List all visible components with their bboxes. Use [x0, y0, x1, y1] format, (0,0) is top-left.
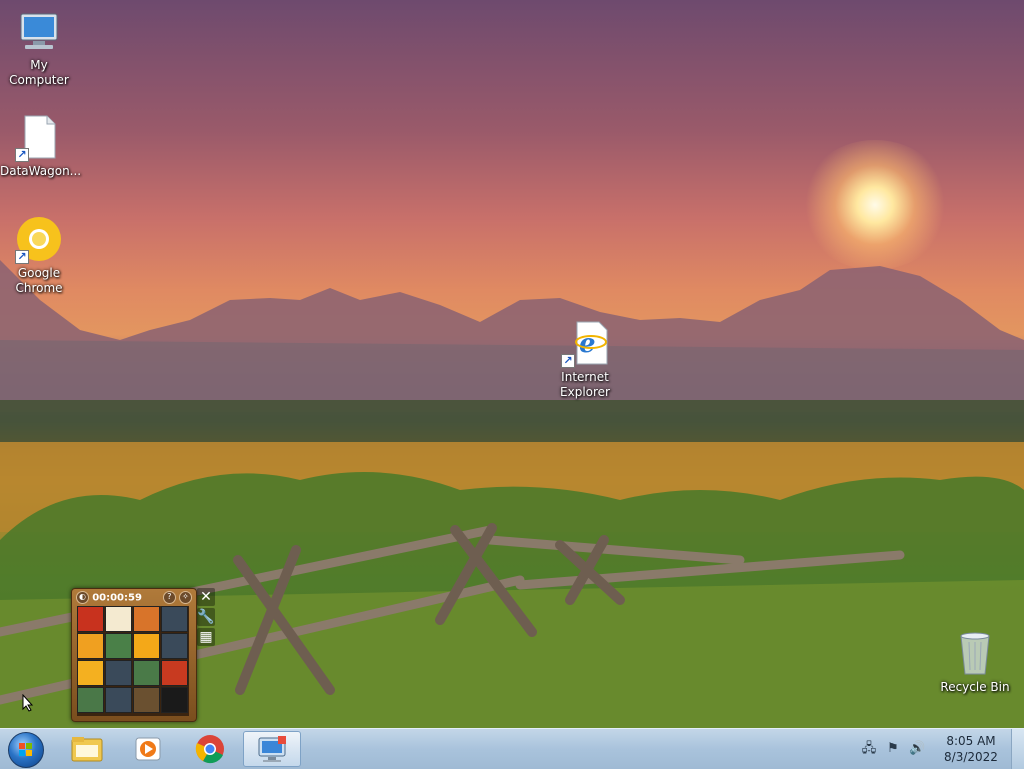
show-desktop-button[interactable] [1011, 729, 1024, 769]
picture-puzzle-gadget[interactable]: ◐ 00:00:59 ? ✧ [71, 588, 197, 722]
taskbar: 🖧 ⚑ 🔊 8:05 AM 8/3/2022 [0, 728, 1024, 769]
puzzle-tile[interactable] [161, 633, 188, 659]
clock-date: 8/3/2022 [944, 750, 998, 764]
desktop-icon-label: Google Chrome [15, 266, 63, 295]
puzzle-grid [77, 606, 189, 716]
puzzle-header: ◐ 00:00:59 ? ✧ [76, 591, 192, 605]
desktop-icon-label: DataWagon... [0, 164, 82, 178]
puzzle-timer: 00:00:59 [92, 592, 142, 604]
desktop-icon-my-computer[interactable]: My Computer [0, 8, 78, 88]
desktop-icon-recycle-bin[interactable]: Recycle Bin [936, 630, 1014, 695]
desktop-icon-google-chrome[interactable]: ↗ Google Chrome [0, 216, 78, 296]
internet-explorer-icon: e ↗ [561, 320, 609, 368]
windows-start-orb-icon [8, 732, 44, 768]
desktop-icon-label: Internet Explorer [560, 370, 610, 399]
taskbar-windows-explorer[interactable] [58, 731, 116, 767]
gadget-toolbar: ✕ 🔧 ▦ [197, 588, 219, 650]
volume-icon[interactable]: 🔊 [909, 741, 925, 757]
remote-desktop-icon [258, 736, 286, 762]
desktop-icon-label: Recycle Bin [940, 680, 1010, 694]
help-icon[interactable]: ? [162, 591, 176, 604]
puzzle-tile[interactable] [161, 687, 188, 713]
puzzle-tile[interactable] [161, 606, 188, 632]
system-tray: 🖧 ⚑ 🔊 8:05 AM 8/3/2022 [859, 729, 1024, 769]
file-shortcut-icon: ↗ [15, 114, 63, 162]
puzzle-tile[interactable] [105, 606, 132, 632]
recycle-bin-icon [951, 630, 999, 678]
shortcut-arrow-icon: ↗ [15, 250, 29, 264]
taskbar-remote-desktop[interactable] [243, 731, 301, 767]
puzzle-tile[interactable] [161, 660, 188, 686]
puzzle-tile[interactable] [77, 606, 104, 632]
grid-icon[interactable]: ▦ [197, 628, 215, 646]
solve-icon[interactable]: ✧ [179, 591, 192, 604]
puzzle-tile[interactable] [105, 660, 132, 686]
puzzle-tile[interactable] [133, 606, 160, 632]
windows-explorer-icon [71, 737, 103, 762]
shortcut-arrow-icon: ↗ [15, 148, 29, 162]
start-button[interactable] [4, 730, 48, 768]
clock-time: 8:05 AM [946, 734, 996, 748]
show-picture-icon[interactable]: ◐ [76, 591, 89, 604]
computer-icon [15, 8, 63, 56]
action-center-flag-icon[interactable]: ⚑ [885, 741, 901, 757]
puzzle-tile[interactable] [133, 687, 160, 713]
puzzle-tile[interactable] [105, 633, 132, 659]
chrome-icon: ↗ [15, 216, 63, 264]
taskbar-media-player[interactable] [120, 731, 178, 767]
mouse-cursor [22, 694, 34, 712]
desktop-background[interactable]: My Computer ↗ DataWagon... ↗ Google Chro… [0, 0, 1024, 728]
media-player-icon [135, 737, 161, 761]
desktop-icon-label: My Computer [9, 58, 69, 87]
puzzle-tile[interactable] [77, 687, 104, 713]
desktop-icon-internet-explorer[interactable]: e ↗ Internet Explorer [546, 320, 624, 400]
close-icon[interactable]: ✕ [197, 588, 215, 606]
puzzle-tile[interactable] [105, 687, 132, 713]
settings-wrench-icon[interactable]: 🔧 [197, 608, 215, 626]
svg-text:e: e [579, 329, 596, 359]
chrome-icon [195, 735, 224, 764]
puzzle-tile[interactable] [133, 660, 160, 686]
puzzle-tile[interactable] [77, 633, 104, 659]
shortcut-arrow-icon: ↗ [561, 354, 575, 368]
taskbar-chrome[interactable] [181, 731, 239, 767]
puzzle-tile[interactable] [133, 633, 160, 659]
network-icon[interactable]: 🖧 [861, 741, 877, 757]
clock[interactable]: 8:05 AM 8/3/2022 [936, 733, 1006, 765]
puzzle-tile[interactable] [77, 660, 104, 686]
desktop-icon-datawagon[interactable]: ↗ DataWagon... [0, 114, 82, 179]
